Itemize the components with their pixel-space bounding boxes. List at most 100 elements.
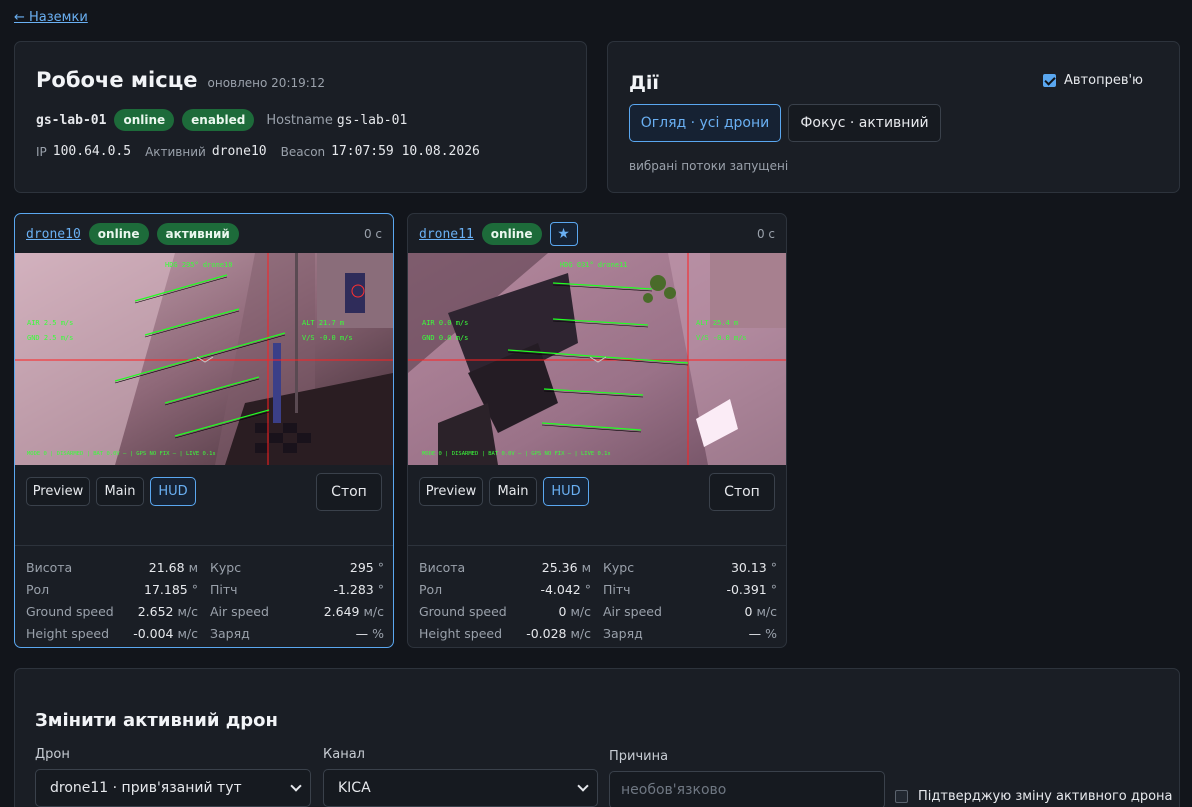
telemetry-reading: -1.283 °	[333, 582, 384, 597]
preview-button[interactable]: Preview	[26, 477, 90, 506]
status-badge: online	[88, 223, 149, 245]
telemetry-label: Height speed	[419, 625, 503, 641]
telemetry-item: Заряд —%	[603, 622, 777, 644]
actions-status-text: вибрані потоки запущені	[629, 159, 789, 173]
hud-gnd: GND 2.5 m/s	[27, 334, 73, 342]
hud-heading: HDG 031° drone11	[560, 261, 627, 269]
telemetry-reading: -4.042 °	[540, 582, 591, 597]
telemetry-reading: 2.652 м/с	[138, 604, 198, 619]
confirm-change-toggle[interactable]: Підтверджую зміну активного дрона	[895, 789, 1173, 804]
hud-air: AIR 2.5 m/s	[27, 319, 73, 327]
telemetry-value: 2.652	[137, 603, 174, 619]
telemetry-unit: °	[377, 559, 384, 575]
telemetry-item: Пітч -0.391 °	[603, 578, 777, 600]
autopreview-checkbox[interactable]	[1042, 74, 1056, 87]
telemetry-item: Пітч -1.283 °	[210, 578, 384, 600]
hud-heading: HDG 295° drone10	[165, 261, 232, 269]
telemetry-label: Курс	[210, 559, 242, 575]
star-icon[interactable]: ★	[549, 222, 578, 246]
station-name: gs-lab-01	[36, 112, 107, 128]
telemetry-grid: Висота 25.36 м Курс 30.13 ° Рол -4.042 ° Пітч -0.3…	[419, 556, 777, 644]
telemetry-unit: м/с	[570, 603, 591, 619]
telemetry-item: Height speed -0.028 м/с	[419, 622, 603, 644]
telemetry-item: Ground speed 2.652 м/с	[26, 600, 210, 622]
telemetry-item: Air speed 2.649 м/с	[210, 600, 384, 622]
status-badge-enabled: enabled	[182, 109, 255, 131]
hud-air: AIR 0.0 m/s	[422, 319, 468, 327]
telemetry-unit: м/с	[363, 603, 384, 619]
confirm-checkbox[interactable]	[895, 790, 908, 803]
telemetry-unit: °	[770, 581, 777, 597]
reason-field-label: Причина	[609, 749, 669, 764]
beacon-value: 17:07:59 10.08.2026	[331, 144, 480, 159]
hud-vs: V/S -0.0 m/s	[302, 334, 353, 342]
autopreview-toggle[interactable]: Автопрев'ю	[1042, 73, 1143, 88]
telemetry-reading: 295 °	[350, 560, 384, 575]
telemetry-unit: м/с	[177, 603, 198, 619]
drone-name-link[interactable]: drone10	[26, 227, 81, 242]
ip-label: IP	[36, 144, 47, 159]
hud-button[interactable]: HUD	[543, 477, 589, 506]
autopreview-label: Автопрев'ю	[1063, 73, 1143, 88]
telemetry-label: Рол	[419, 581, 443, 597]
telemetry-value: 30.13	[730, 559, 767, 575]
preview-button[interactable]: Preview	[419, 477, 483, 506]
drone-select[interactable]: drone11 · прив'язаний тут	[35, 769, 311, 807]
workplace-panel: Робоче місце оновлено 20:19:12 gs-lab-01…	[14, 41, 587, 193]
beacon-label: Beacon	[280, 144, 326, 159]
divider	[15, 545, 393, 546]
overview-all-button[interactable]: Огляд · усі дрони	[629, 104, 781, 142]
telemetry-reading: —%	[356, 626, 384, 641]
telemetry-label: Air speed	[603, 603, 662, 619]
reason-input[interactable]: необов'язково	[609, 771, 885, 807]
ip-value: 100.64.0.5	[52, 144, 132, 159]
telemetry-unit: °	[584, 581, 591, 597]
drone-card-drone10: drone10 online активний 0 с HDG 295° dro…	[14, 213, 394, 648]
telemetry-unit: м	[188, 559, 198, 575]
telemetry-reading: -0.028 м/с	[526, 626, 591, 641]
stop-button[interactable]: Стоп	[709, 473, 775, 511]
hud-status-line: MODE 0 | DISARMED | BAT 0.0V — | GPS NO …	[27, 451, 216, 457]
main-button[interactable]: Main	[489, 477, 537, 506]
video-feed-drone11[interactable]: HDG 031° drone11 AIR 0.0 m/s GND 0.0 m/s…	[408, 253, 786, 465]
telemetry-item: Курс 30.13 °	[603, 556, 777, 578]
telemetry-reading: 17.185 °	[144, 582, 198, 597]
stop-button[interactable]: Стоп	[316, 473, 382, 511]
telemetry-grid: Висота 21.68 м Курс 295 ° Рол 17.185 ° Пітч -1.283…	[26, 556, 384, 644]
telemetry-value: -0.028	[526, 625, 567, 641]
drone-card-header: drone11 online ★ 0 с	[419, 222, 775, 246]
telemetry-reading: —%	[749, 626, 777, 641]
focus-active-button[interactable]: Фокус · активний	[788, 104, 941, 142]
hostname-value: gs-lab-01	[336, 112, 408, 128]
channel-select[interactable]: KICA	[323, 769, 598, 807]
telemetry-label: Пітч	[210, 581, 238, 597]
hud-button[interactable]: HUD	[150, 477, 196, 506]
telemetry-value: —	[355, 625, 369, 641]
back-link[interactable]: ← Наземки	[14, 10, 88, 25]
chevron-down-icon	[290, 780, 302, 792]
workplace-title-row: Робоче місце оновлено 20:19:12	[36, 68, 325, 92]
telemetry-value: 25.36	[541, 559, 578, 575]
telemetry-label: Курс	[603, 559, 635, 575]
telemetry-label: Ground speed	[26, 603, 114, 619]
hud-gnd: GND 0.0 m/s	[422, 334, 468, 342]
telemetry-item: Ground speed 0 м/с	[419, 600, 603, 622]
main-button[interactable]: Main	[96, 477, 144, 506]
confirm-label: Підтверджую зміну активного дрона	[918, 789, 1173, 804]
telemetry-reading: -0.004 м/с	[133, 626, 198, 641]
telemetry-label: Air speed	[210, 603, 269, 619]
updated-status: оновлено 20:19:12	[207, 76, 326, 90]
divider	[408, 545, 786, 546]
telemetry-reading: 0 м/с	[559, 604, 591, 619]
frame-age: 0 с	[363, 227, 382, 241]
drone-card-header: drone10 online активний 0 с	[26, 222, 382, 246]
telemetry-item: Рол -4.042 °	[419, 578, 603, 600]
telemetry-unit: м/с	[570, 625, 591, 641]
drone-select-value: drone11 · прив'язаний тут	[50, 780, 242, 796]
telemetry-value: 295	[349, 559, 374, 575]
active-label: Активний	[145, 144, 206, 159]
telemetry-label: Рол	[26, 581, 50, 597]
telemetry-item: Курс 295 °	[210, 556, 384, 578]
video-feed-drone10[interactable]: HDG 295° drone10 AIR 2.5 m/s GND 2.5 m/s…	[15, 253, 393, 465]
drone-name-link[interactable]: drone11	[419, 227, 474, 242]
